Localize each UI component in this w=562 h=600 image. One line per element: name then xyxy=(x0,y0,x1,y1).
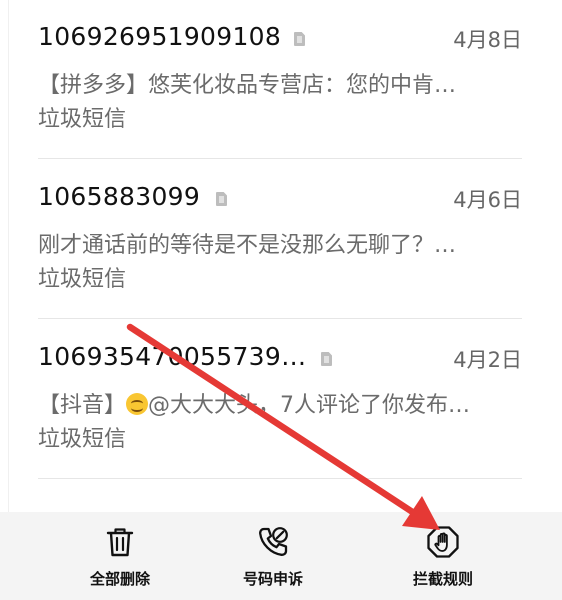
divider xyxy=(38,478,522,479)
spam-messages-screen: 106926951909108 4月8日 【拼多多】悠芙化妆品专营店：您的中肯…… xyxy=(0,0,562,600)
message-sender: 106926951909108 xyxy=(38,22,282,51)
message-preview: 【抖音】 @大大大头，7人评论了你发布… xyxy=(38,387,508,419)
divider xyxy=(38,158,522,159)
number-appeal-button[interactable]: 号码申诉 xyxy=(203,512,343,600)
message-item[interactable]: 106935470055739… 4月2日 【抖音】 @大大大头，7人评论了你发布… xyxy=(0,320,562,480)
delete-all-label: 全部删除 xyxy=(89,570,150,588)
divider xyxy=(38,318,522,319)
message-sender: 1065883099 xyxy=(38,182,201,211)
delete-all-button[interactable]: 全部删除 xyxy=(50,512,190,600)
trash-icon xyxy=(106,528,134,557)
message-date: 4月8日 xyxy=(453,28,522,52)
message-preview: 【拼多多】悠芙化妆品专营店：您的中肯… xyxy=(38,73,457,98)
sim-card-icon xyxy=(294,32,305,46)
message-preview: 刚才通话前的等待是不是没那么无聊了？… xyxy=(38,233,457,258)
message-sender: 106935470055739… xyxy=(38,342,307,371)
message-item[interactable]: 1065883099 4月6日 刚才通话前的等待是不是没那么无聊了？… 垃圾短信 xyxy=(0,160,562,320)
spam-tag: 垃圾短信 xyxy=(38,427,127,452)
message-date: 4月2日 xyxy=(453,348,522,372)
message-date: 4月6日 xyxy=(453,188,522,212)
preview-prefix: 【抖音】 xyxy=(38,393,127,418)
sim-card-icon xyxy=(216,192,227,206)
bottom-toolbar: 全部删除 号码申诉 拦截规则 xyxy=(0,512,562,600)
smiling-face-emoji-icon xyxy=(126,393,149,415)
block-rules-label: 拦截规则 xyxy=(412,570,473,588)
sim-card-icon xyxy=(321,352,332,366)
spam-tag: 垃圾短信 xyxy=(38,107,127,132)
preview-body: @大大大头，7人评论了你发布… xyxy=(148,393,471,418)
block-rules-button[interactable]: 拦截规则 xyxy=(373,512,513,600)
phone-edit-icon xyxy=(259,527,288,556)
message-item[interactable]: 106926951909108 4月8日 【拼多多】悠芙化妆品专营店：您的中肯…… xyxy=(0,0,562,160)
spam-tag: 垃圾短信 xyxy=(38,267,127,292)
hand-stop-icon xyxy=(427,526,459,558)
number-appeal-label: 号码申诉 xyxy=(242,570,303,588)
